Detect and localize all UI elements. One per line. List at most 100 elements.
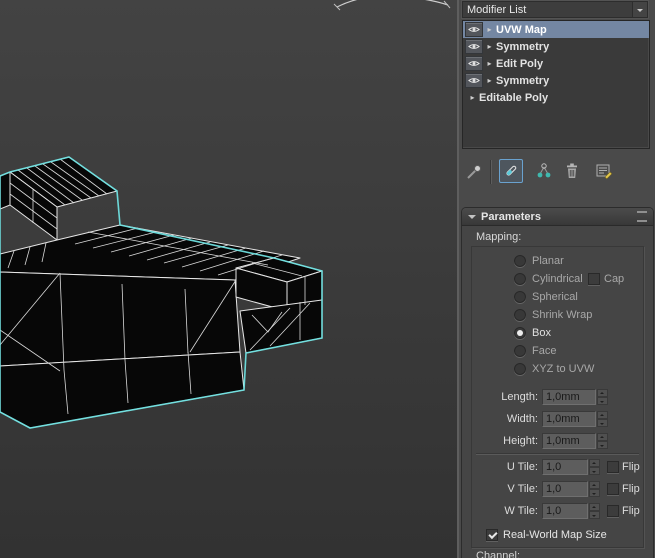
chevron-down-icon[interactable] xyxy=(632,2,647,17)
height-input[interactable]: 1,0mm xyxy=(542,433,596,449)
rollout-title: Parameters xyxy=(481,211,541,223)
checkbox-cap[interactable]: Cap xyxy=(588,271,624,287)
show-end-result-icon xyxy=(503,163,519,179)
u-tile-row: U Tile: 1,0 Flip xyxy=(478,459,640,475)
visibility-eye-icon[interactable] xyxy=(465,39,483,54)
u-tile-input[interactable]: 1,0 xyxy=(542,459,588,475)
stack-item-symmetry-1[interactable]: ▸ Symmetry xyxy=(463,38,649,55)
checkbox-real-world-map-size[interactable]: Real-World Map Size xyxy=(486,529,607,541)
toolbar-separator xyxy=(490,160,492,184)
expand-arrow-icon[interactable]: ▸ xyxy=(484,21,495,38)
radio-icon xyxy=(514,273,526,285)
radio-spherical[interactable]: Spherical xyxy=(514,289,578,305)
show-end-result-button[interactable] xyxy=(499,159,523,183)
checkbox-flip-u[interactable]: Flip xyxy=(607,461,640,473)
spin-up-button[interactable] xyxy=(589,459,600,467)
spin-down-button[interactable] xyxy=(597,441,608,449)
v-tile-row: V Tile: 1,0 Flip xyxy=(478,481,640,497)
radio-label: Spherical xyxy=(532,291,578,303)
w-tile-input[interactable]: 1,0 xyxy=(542,503,588,519)
spin-up-button[interactable] xyxy=(589,503,600,511)
expand-arrow-icon[interactable]: ▸ xyxy=(484,55,495,72)
flip-label: Flip xyxy=(622,505,640,517)
radio-face[interactable]: Face xyxy=(514,343,556,359)
trash-icon xyxy=(564,162,580,180)
rollout-grip-icon[interactable] xyxy=(637,211,647,222)
visibility-eye-icon[interactable] xyxy=(465,22,483,37)
radio-icon xyxy=(514,309,526,321)
radio-icon xyxy=(514,255,526,267)
stack-toolbar xyxy=(462,155,652,189)
radio-cylindrical[interactable]: Cylindrical xyxy=(514,271,583,287)
radio-icon xyxy=(514,291,526,303)
viewport-3d[interactable] xyxy=(0,0,457,558)
spin-up-button[interactable] xyxy=(597,389,608,397)
visibility-eye-icon[interactable] xyxy=(465,73,483,88)
radio-icon xyxy=(514,345,526,357)
modifier-name: Symmetry xyxy=(495,41,549,53)
configure-modifier-sets-button[interactable] xyxy=(593,160,615,182)
length-label: Length: xyxy=(478,391,542,403)
checkbox-icon xyxy=(607,505,619,517)
spin-down-button[interactable] xyxy=(597,419,608,427)
modifier-stack-list: ▸ UVW Map ▸ Symmetry ▸ Edit Poly xyxy=(462,20,650,149)
radio-label: Cylindrical xyxy=(532,273,583,285)
radio-label: Box xyxy=(532,327,551,339)
spin-up-button[interactable] xyxy=(597,411,608,419)
spin-up-button[interactable] xyxy=(597,433,608,441)
parameters-rollout-header[interactable]: Parameters xyxy=(462,208,653,226)
radio-box[interactable]: Box xyxy=(514,325,551,341)
height-label: Height: xyxy=(478,435,542,447)
parameters-rollout-body: Mapping: Planar Cylindrical Cap xyxy=(462,226,653,558)
width-input[interactable]: 1,0mm xyxy=(542,411,596,427)
expand-arrow-icon[interactable]: ▸ xyxy=(484,38,495,55)
stack-item-uvw-map[interactable]: ▸ UVW Map xyxy=(463,21,649,38)
pin-stack-button[interactable] xyxy=(464,162,484,182)
v-tile-label: V Tile: xyxy=(478,483,542,495)
spin-down-button[interactable] xyxy=(589,467,600,475)
length-input[interactable]: 1,0mm xyxy=(542,389,596,405)
radio-icon xyxy=(514,363,526,375)
checkbox-checked-icon xyxy=(486,529,498,541)
radio-label: XYZ to UVW xyxy=(532,363,594,375)
modifier-name: UVW Map xyxy=(495,24,547,36)
remove-modifier-button[interactable] xyxy=(562,160,582,182)
radio-shrink-wrap[interactable]: Shrink Wrap xyxy=(514,307,592,323)
modifier-list-dropdown[interactable]: Modifier List xyxy=(462,1,648,18)
checkbox-flip-w[interactable]: Flip xyxy=(607,505,640,517)
make-unique-button[interactable] xyxy=(533,160,555,182)
height-row: Height: 1,0mm xyxy=(478,433,608,449)
radio-planar[interactable]: Planar xyxy=(514,253,564,269)
real-world-label: Real-World Map Size xyxy=(503,529,607,541)
parameters-rollout: Parameters Mapping: Planar Cylindrical xyxy=(461,207,654,558)
width-spinner xyxy=(597,411,608,427)
stack-item-edit-poly[interactable]: ▸ Edit Poly xyxy=(463,55,649,72)
w-tile-label: W Tile: xyxy=(478,505,542,517)
length-spinner xyxy=(597,389,608,405)
checkbox-label: Cap xyxy=(604,273,624,285)
spin-down-button[interactable] xyxy=(589,489,600,497)
pin-icon xyxy=(465,163,483,181)
spin-up-button[interactable] xyxy=(589,481,600,489)
stack-item-editable-poly[interactable]: ▸ Editable Poly xyxy=(463,89,649,106)
expand-arrow-icon[interactable]: ▸ xyxy=(467,89,478,106)
expand-arrow-icon[interactable]: ▸ xyxy=(484,72,495,89)
radio-label: Planar xyxy=(532,255,564,267)
radio-xyz-to-uvw[interactable]: XYZ to UVW xyxy=(514,361,594,377)
width-label: Width: xyxy=(478,413,542,425)
make-unique-icon xyxy=(535,162,553,180)
checkbox-flip-v[interactable]: Flip xyxy=(607,483,640,495)
spin-down-button[interactable] xyxy=(589,511,600,519)
v-tile-input[interactable]: 1,0 xyxy=(542,481,588,497)
modifier-name: Edit Poly xyxy=(495,58,543,70)
spin-down-button[interactable] xyxy=(597,397,608,405)
stack-item-symmetry-2[interactable]: ▸ Symmetry xyxy=(463,72,649,89)
visibility-eye-icon[interactable] xyxy=(465,56,483,71)
w-tile-row: W Tile: 1,0 Flip xyxy=(478,503,640,519)
flip-label: Flip xyxy=(622,483,640,495)
w-tile-spinner xyxy=(589,503,600,519)
length-row: Length: 1,0mm xyxy=(478,389,608,405)
mapping-label: Mapping: xyxy=(476,231,521,243)
configure-modifier-sets-icon xyxy=(595,162,613,180)
collapse-arrow-icon xyxy=(468,215,476,223)
